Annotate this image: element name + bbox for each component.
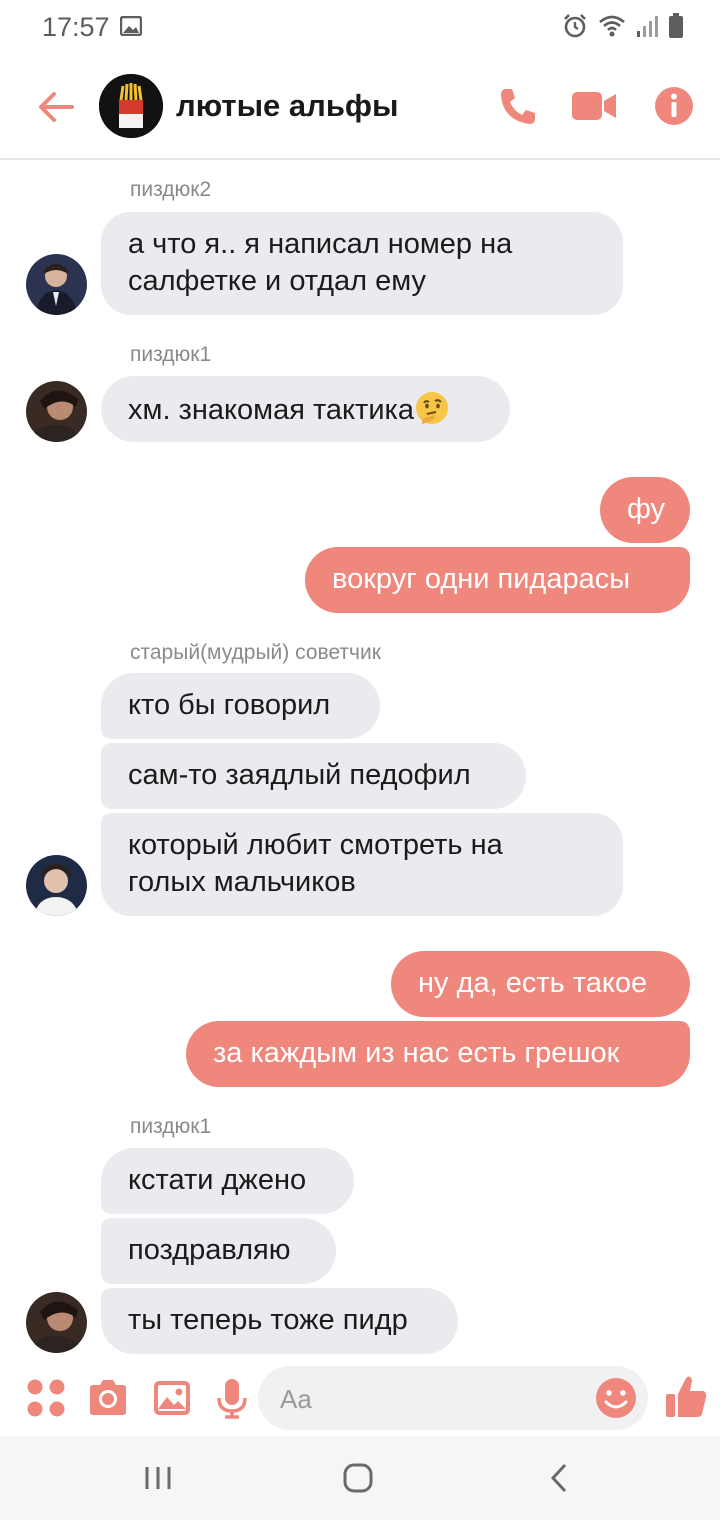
message-text: хм. знакомая тактика [128,394,414,426]
battery-icon [668,13,684,44]
message-text: а что я.. я написал номер на [128,228,513,260]
info-button[interactable] [652,84,696,128]
message-text: кстати джено [128,1164,307,1196]
avatar[interactable] [26,381,87,442]
incoming-message-bubble[interactable]: поздравляю [101,1218,336,1284]
message-text: ну да, есть такое [418,967,648,999]
chat-header: лютые альфы [0,60,720,160]
incoming-message-bubble[interactable]: хм. знакомая тактика [101,376,510,442]
message-text: фу [627,493,666,525]
message-composer [0,1362,720,1436]
gallery-icon [119,15,143,41]
outgoing-message-bubble[interactable]: за каждым из нас есть грешок [186,1021,690,1087]
signal-icon [636,14,658,43]
outgoing-message-bubble[interactable]: ну да, есть такое [391,951,690,1017]
microphone-icon [217,1379,247,1419]
avatar[interactable] [26,1292,87,1353]
call-button[interactable] [496,84,540,128]
wifi-icon [598,14,626,43]
emoji-button[interactable] [594,1376,638,1420]
message-input[interactable] [278,1380,592,1418]
camera-button[interactable] [86,1376,130,1420]
arrow-left-icon [39,92,74,122]
avatar[interactable] [26,254,87,315]
apps-button[interactable] [24,1376,68,1420]
like-button[interactable] [664,1372,708,1417]
thinking-face-emoji [416,392,448,424]
home-button[interactable] [338,1458,378,1498]
sender-name: пиздюк2 [130,178,212,201]
incoming-message-bubble[interactable]: кто бы говорил [101,673,380,739]
system-navigation-bar [0,1436,720,1520]
sender-name: пиздюк1 [130,1115,212,1138]
phone-icon [501,89,535,124]
info-icon [655,87,693,125]
avatar[interactable] [26,855,87,916]
outgoing-message-bubble[interactable]: фу [600,477,690,543]
incoming-message-bubble[interactable]: кстати джено [101,1148,354,1214]
message-text: поздравляю [128,1234,291,1266]
status-bar: 17:57 [0,0,720,56]
recent-apps-icon [145,1467,171,1489]
chat-title: лютые альфы [176,88,399,123]
apps-icon [27,1379,65,1417]
incoming-message-bubble[interactable]: ты теперь тоже пидр [101,1288,458,1354]
message-text: ты теперь тоже пидр [128,1304,408,1336]
message-text: сам-то заядлый педофил [128,759,471,791]
image-icon [154,1381,190,1415]
sender-name: пиздюк1 [130,343,212,366]
home-icon [343,1463,373,1493]
back-button[interactable] [34,85,78,129]
message-text: который любит смотреть на [128,829,503,861]
status-time: 17:57 [42,12,110,42]
back-nav-button[interactable] [540,1458,580,1498]
video-call-button[interactable] [571,84,616,128]
chevron-left-icon [550,1463,567,1493]
message-text: вокруг одни пидарасы [332,563,631,595]
message-input-container[interactable] [258,1366,648,1430]
alarm-icon [562,13,588,44]
outgoing-message-bubble[interactable]: вокруг одни пидарасы [305,547,690,613]
incoming-message-bubble[interactable]: а что я.. я написал номер на салфетке и … [101,212,623,315]
message-text: кто бы говорил [128,689,331,721]
smiley-icon [596,1378,636,1418]
message-text: салфетке и отдал ему [128,265,427,297]
video-camera-icon [572,92,616,120]
message-text: за каждым из нас есть грешок [213,1037,620,1069]
message-text: голых мальчиков [128,866,356,898]
thumbs-up-icon [666,1376,707,1417]
incoming-message-bubble[interactable]: который любит смотреть на голых мальчико… [101,813,623,916]
incoming-message-bubble[interactable]: сам-то заядлый педофил [101,743,526,809]
recent-apps-button[interactable] [138,1458,178,1498]
camera-icon [90,1380,126,1415]
sender-name: старый(мудрый) советчик [130,641,381,664]
group-avatar[interactable] [99,74,163,138]
gallery-button[interactable] [150,1376,194,1420]
voice-button[interactable] [210,1376,254,1420]
